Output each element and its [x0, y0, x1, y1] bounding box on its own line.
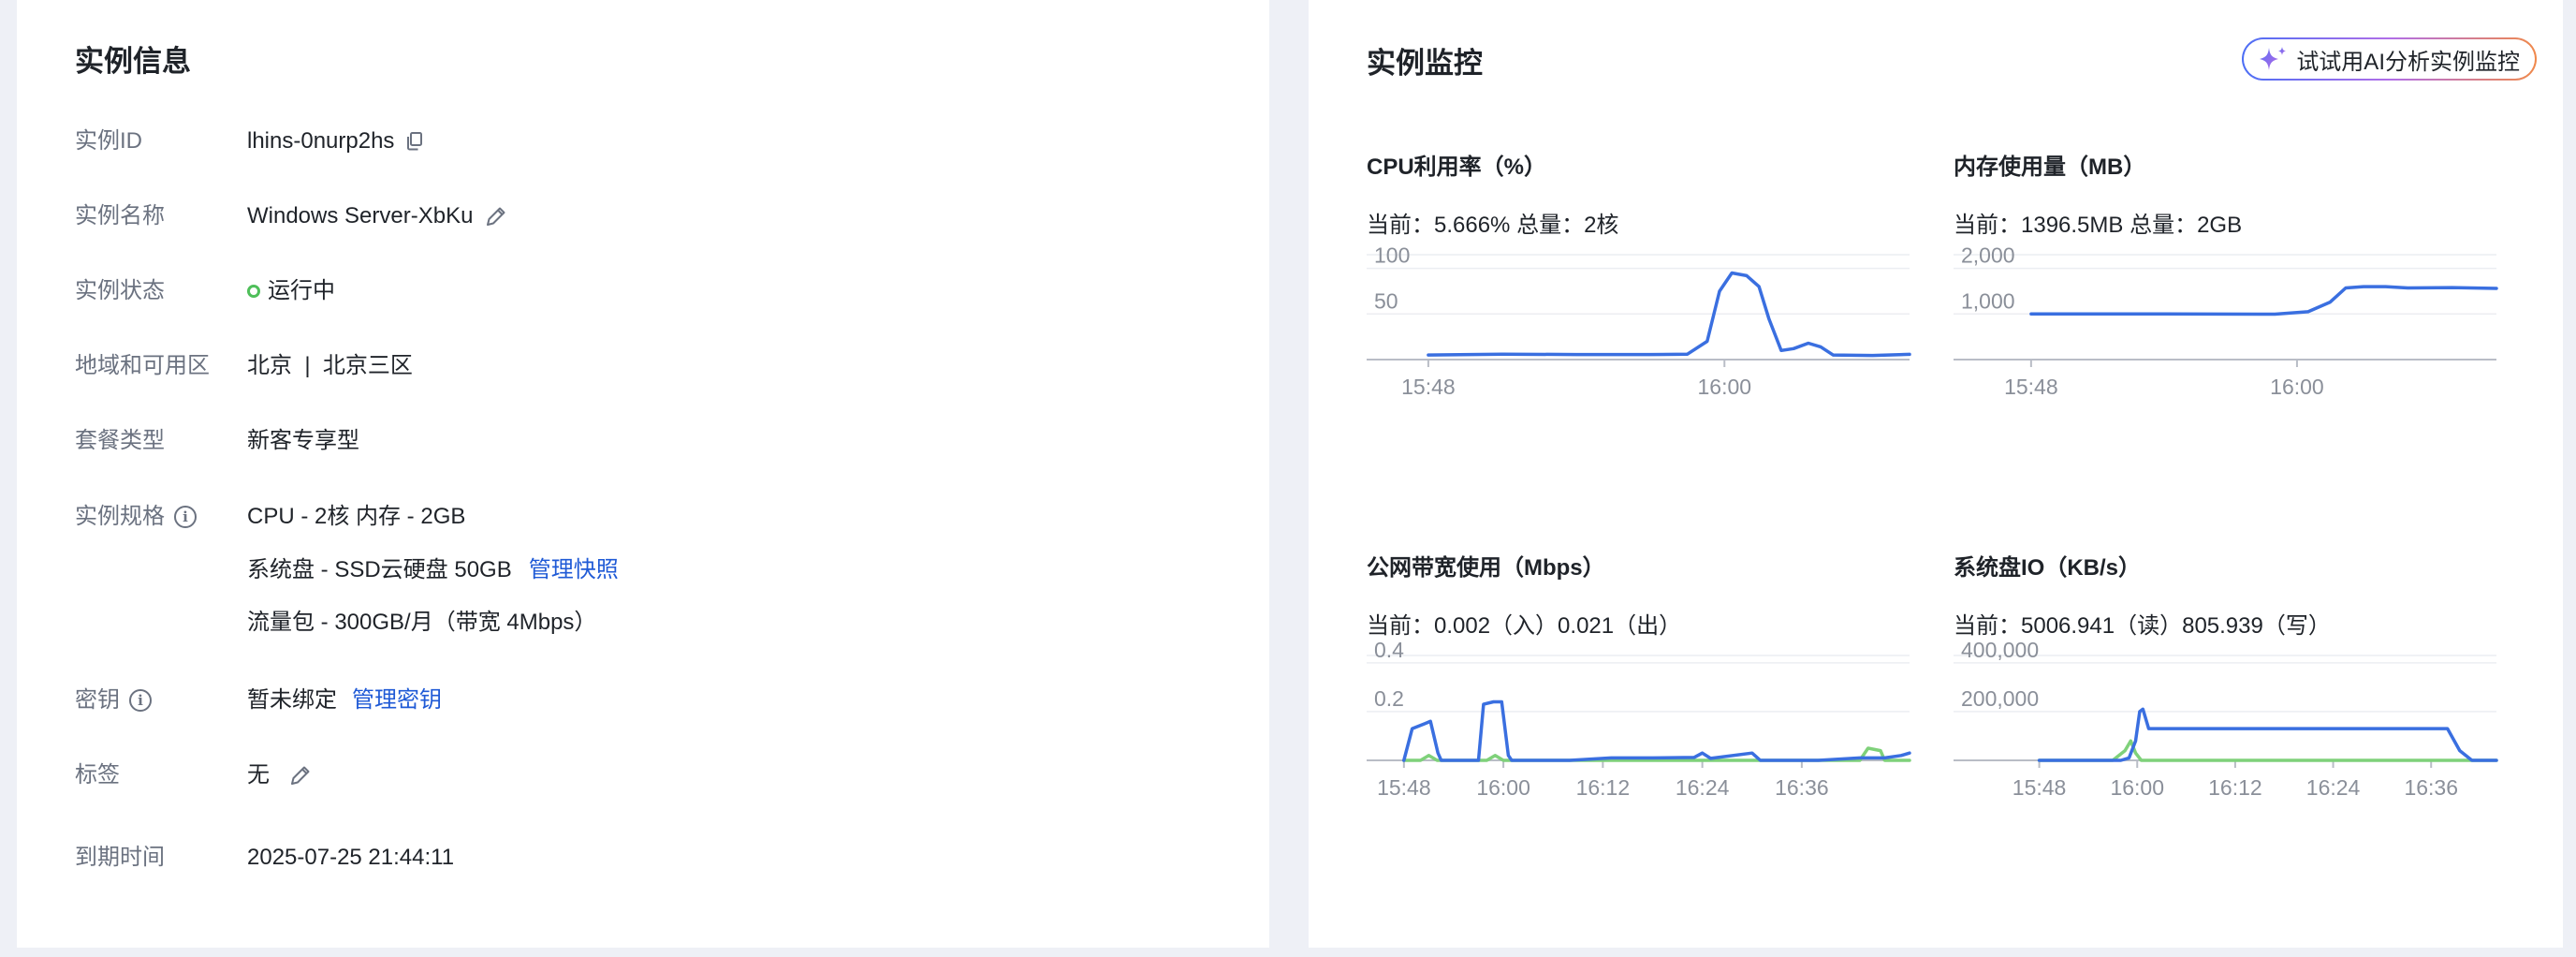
net-x-tick-label: 15:48 [1377, 775, 1431, 800]
manage-snapshot-link[interactable]: 管理快照 [529, 552, 619, 589]
cpu-y-tick-label: 50 [1374, 288, 1398, 313]
mem-series-line [2029, 285, 2498, 317]
ai-sparkle-icon [2260, 47, 2287, 70]
instance-status-label: 实例状态 [75, 278, 165, 303]
io-y-tick-label: 200,000 [1961, 686, 2039, 711]
instance-id-value: lhins-0nurp2hs [247, 128, 395, 154]
io-y-tick-label: 400,000 [1961, 638, 2039, 662]
memory-chart-title: 内存使用量（MB） [1954, 155, 2146, 180]
cpu-y-tick-label: 100 [1374, 243, 1410, 268]
instance-status-value: 运行中 [268, 278, 335, 303]
net-x-tick-label: 16:00 [1476, 775, 1530, 800]
net-series-line [1402, 699, 1911, 762]
net-x-tick-label: 16:36 [1775, 775, 1829, 800]
ai-analysis-button[interactable]: 试试用AI分析实例监控 [2242, 37, 2537, 81]
running-status-dot-icon [247, 285, 260, 298]
region-value: 北京 | 北京三区 [247, 353, 413, 378]
key-info-icon[interactable]: i [129, 689, 152, 712]
mem-x-tick-label: 15:48 [2004, 375, 2058, 399]
io-x-tick-label: 16:12 [2208, 775, 2262, 800]
net-x-tick-label: 16:24 [1676, 775, 1730, 800]
instance-info-title: 实例信息 [75, 45, 191, 78]
row-expiry: 到期时间 2025-07-25 21:44:11 [75, 839, 1198, 876]
bandwidth-chart: 公网带宽使用（Mbps） 当前：0.002（入）0.021（出） 0.2 0.4 1… [1367, 549, 1911, 800]
memory-chart-plot: 1,000 2,000 15:48 16:00 [1954, 243, 2498, 399]
package-type-label: 套餐类型 [75, 428, 165, 453]
io-x-tick-label: 16:24 [2306, 775, 2361, 800]
row-tags: 标签 无 [75, 757, 1198, 794]
tags-value: 无 [247, 762, 270, 788]
row-instance-status: 实例状态 运行中 [75, 272, 1198, 310]
row-region: 地域和可用区 北京 | 北京三区 [75, 347, 1198, 385]
disk-io-chart: 系统盘IO（KB/s） 当前：5006.941（读）805.939（写） 200… [1954, 549, 2498, 800]
instance-name-value: Windows Server-XbKu [247, 203, 474, 228]
spec-cpu-memory: CPU - 2核 内存 - 2GB [247, 504, 466, 529]
instance-name-label: 实例名称 [75, 203, 165, 228]
edit-tags-pencil-icon[interactable] [288, 763, 313, 788]
io-series-line [2037, 707, 2498, 762]
ai-button-label: 试试用AI分析实例监控 [2296, 49, 2520, 75]
instance-spec-label: 实例规格 [75, 504, 165, 529]
bandwidth-chart-title: 公网带宽使用（Mbps） [1367, 555, 1605, 581]
spec-info-icon[interactable]: i [174, 506, 197, 528]
manage-key-link[interactable]: 管理密钥 [352, 682, 442, 719]
net-y-tick-label: 0.4 [1374, 638, 1404, 662]
cpu-chart-title: CPU利用率（%） [1367, 155, 1547, 180]
key-label: 密钥 [75, 687, 120, 713]
row-package-type: 套餐类型 新客专享型 [75, 422, 1198, 460]
mem-y-tick-label: 2,000 [1961, 243, 2015, 268]
expiry-value: 2025-07-25 21:44:11 [247, 845, 455, 870]
bandwidth-chart-plot: 0.2 0.4 15:48 16:00 16:12 16:24 16:36 [1367, 638, 1911, 800]
edit-name-pencil-icon[interactable] [484, 204, 508, 228]
disk-io-chart-title: 系统盘IO（KB/s） [1954, 555, 2142, 581]
cpu-chart: CPU利用率（%） 当前：5.666% 总量：2核 50 100 15:48 16:0… [1367, 148, 1911, 399]
copy-icon[interactable] [405, 131, 424, 152]
instance-id-label: 实例ID [75, 128, 142, 154]
cpu-x-tick-label: 15:48 [1401, 375, 1456, 399]
instance-info-panel: 实例信息 实例ID lhins-0nurp2hs 实例名称 Windows Se… [17, 0, 1269, 948]
memory-chart-current: 当前：1396.5MB 总量：2GB [1954, 213, 2243, 238]
cpu-chart-plot: 50 100 15:48 16:00 [1367, 243, 1911, 399]
disk-io-chart-plot: 200,000 400,000 15:48 16:00 16:12 16:24 16:36 [1954, 638, 2498, 800]
cpu-x-tick-label: 16:00 [1697, 375, 1751, 399]
memory-chart: 内存使用量（MB） 当前：1396.5MB 总量：2GB 1,000 2,000 1… [1954, 148, 2498, 399]
row-instance-id: 实例ID lhins-0nurp2hs [75, 123, 1198, 160]
io-x-tick-label: 15:48 [2012, 775, 2067, 800]
io-x-tick-label: 16:36 [2404, 775, 2458, 800]
cpu-chart-current: 当前：5.666% 总量：2核 [1367, 213, 1619, 238]
io-x-tick-label: 16:00 [2110, 775, 2164, 800]
instance-monitor-title: 实例监控 [1367, 47, 1483, 80]
bandwidth-chart-current: 当前：0.002（入）0.021（出） [1367, 613, 1682, 639]
package-type-value: 新客专享型 [247, 428, 359, 453]
net-x-tick-label: 16:12 [1576, 775, 1631, 800]
expiry-label: 到期时间 [75, 845, 165, 870]
tags-label: 标签 [75, 762, 120, 788]
key-value: 暂未绑定 [247, 687, 337, 713]
io-series-line [2037, 739, 2498, 762]
spec-system-disk: 系统盘 - SSD云硬盘 50GB [247, 557, 512, 582]
mem-y-tick-label: 1,000 [1961, 288, 2015, 313]
row-instance-spec: 实例规格 i CPU - 2核 内存 - 2GB 系统盘 - SSD云硬盘 50… [75, 498, 1198, 648]
row-key: 密钥 i 暂未绑定 管理密钥 [75, 682, 1198, 719]
net-y-tick-label: 0.2 [1374, 686, 1404, 711]
row-instance-name: 实例名称 Windows Server-XbKu [75, 198, 1198, 235]
region-label: 地域和可用区 [75, 353, 210, 378]
spec-traffic-package: 流量包 - 300GB/月（带宽 4Mbps） [247, 610, 597, 635]
instance-monitor-panel: 实例监控 试试用AI分析实例监控 CPU利用率（%） 当前：5.666% 总量：… [1309, 0, 2563, 948]
disk-io-chart-current: 当前：5006.941（读）805.939（写） [1954, 613, 2331, 639]
mem-x-tick-label: 16:00 [2270, 375, 2324, 399]
